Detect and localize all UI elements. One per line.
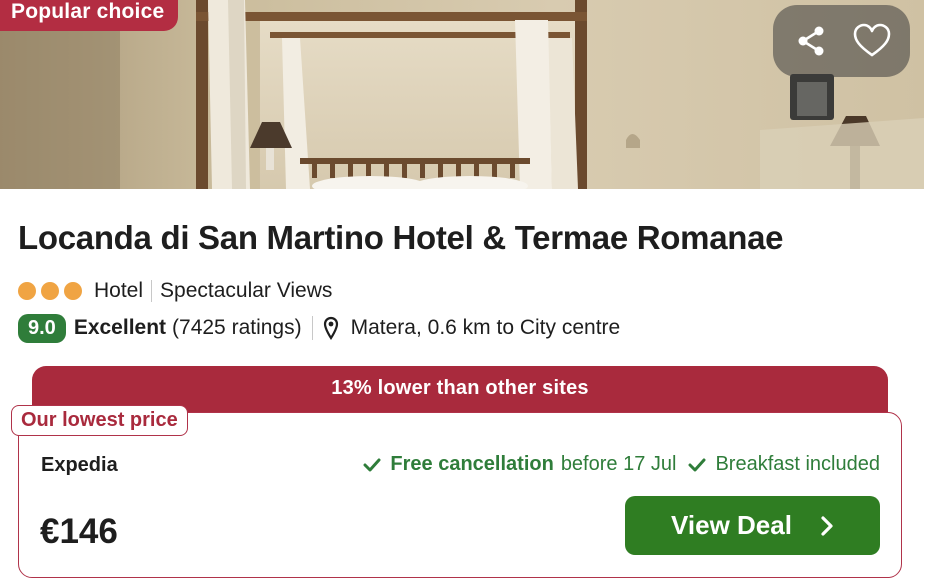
hotel-type: Hotel <box>94 279 144 302</box>
deal-price: €146 <box>40 512 118 551</box>
check-icon <box>688 458 706 472</box>
free-cancellation-perk: Free cancellation before 17 Jul <box>363 453 676 476</box>
view-deal-button[interactable]: View Deal <box>625 496 880 555</box>
share-button[interactable] <box>785 15 837 67</box>
favorite-button[interactable] <box>846 15 898 67</box>
hotel-name[interactable]: Locanda di San Martino Hotel & Termae Ro… <box>18 219 784 257</box>
rating-label: Excellent <box>73 316 167 339</box>
chevron-right-icon <box>820 515 834 537</box>
check-icon <box>363 458 381 472</box>
star-rating-dot <box>41 282 59 300</box>
heart-icon <box>853 23 891 57</box>
breakfast-perk: Breakfast included <box>688 453 880 476</box>
rating-score-badge: 9.0 <box>18 313 66 343</box>
hotel-type-row: Hotel Spectacular Views <box>18 277 332 305</box>
divider <box>151 280 153 302</box>
hotel-feature: Spectacular Views <box>160 279 333 302</box>
star-rating <box>18 282 82 300</box>
deal-provider: Expedia <box>41 454 118 476</box>
breakfast-label: Breakfast included <box>715 453 880 475</box>
divider <box>311 316 313 340</box>
free-cancellation-label: Free cancellation <box>390 453 554 475</box>
cancellation-deadline: before 17 Jul <box>560 453 677 475</box>
ratings-count[interactable]: (7425 ratings) <box>172 316 302 340</box>
location-pin-icon <box>323 316 339 340</box>
image-action-bar <box>773 5 910 77</box>
hotel-location[interactable]: Matera, 0.6 km to City centre <box>351 316 621 340</box>
view-deal-label: View Deal <box>671 510 792 540</box>
deal-perks: Free cancellation before 17 Jul Breakfas… <box>363 453 880 476</box>
popular-choice-badge: Popular choice <box>0 0 179 31</box>
star-rating-dot <box>18 282 36 300</box>
star-rating-dot <box>64 282 82 300</box>
share-icon <box>798 26 824 56</box>
lowest-price-tag: Our lowest price <box>11 405 188 436</box>
rating-location-row: 9.0 Excellent (7425 ratings) Matera, 0.6… <box>18 312 620 344</box>
